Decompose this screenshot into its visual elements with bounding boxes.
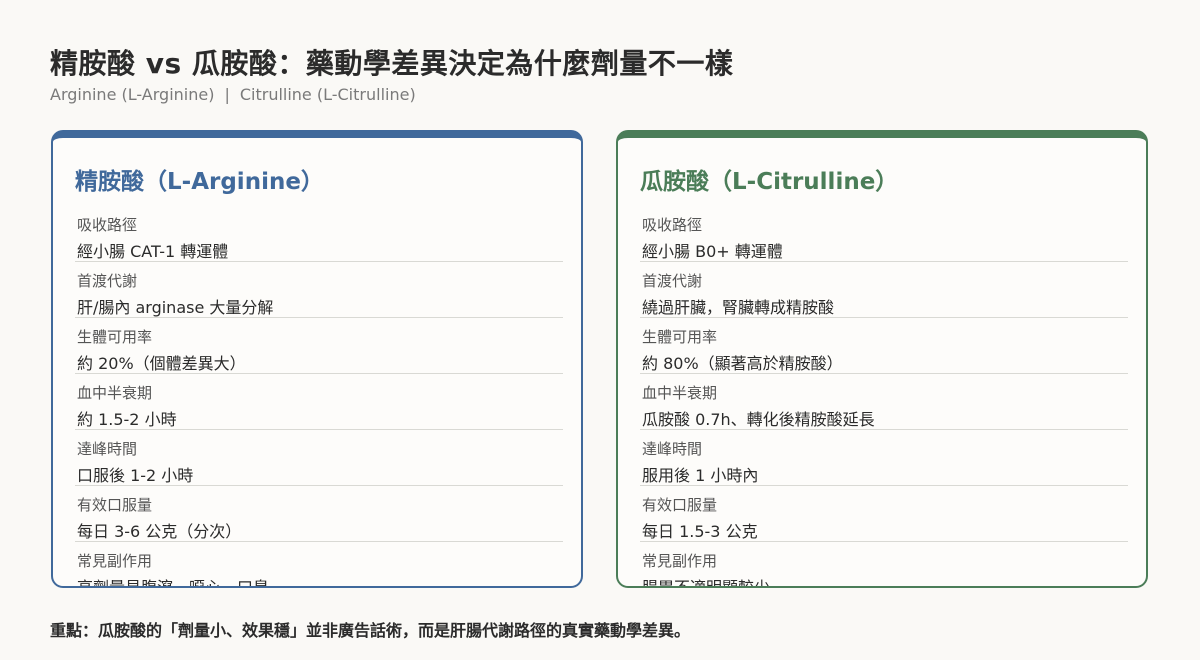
row-value: 高劑量易腹瀉、噁心、口臭 (77, 578, 270, 588)
row-value: 繞過肝臟，腎臟轉成精胺酸 (642, 298, 835, 317)
row-label: 達峰時間 (642, 440, 703, 458)
row-value: 約 80%（顯著高於精胺酸） (642, 354, 843, 373)
row-label: 生體可用率 (77, 328, 153, 346)
citrulline-row-dose: 有效口服量 每日 1.5-3 公克 (640, 486, 1128, 542)
page-title: 精胺酸 vs 瓜胺酸：藥動學差異決定為什麼劑量不一樣 (50, 47, 734, 80)
page-subtitle: Arginine (L-Arginine) | Citrulline (L-Citr… (50, 85, 416, 104)
key-point-note: 重點：瓜胺酸的「劑量小、效果穩」並非廣告話術，而是肝腸代謝路徑的真實藥動學差異。 (50, 621, 691, 640)
row-label: 生體可用率 (642, 328, 718, 346)
row-value: 服用後 1 小時內 (642, 466, 759, 485)
subtitle-separator: | (224, 85, 230, 104)
citrulline-row-half-life: 血中半衰期 瓜胺酸 0.7h、轉化後精胺酸延長 (640, 374, 1128, 430)
arginine-card-title: 精胺酸（L-Arginine） (75, 169, 324, 195)
arginine-row-first-pass: 首渡代謝 肝/腸內 arginase 大量分解 (75, 262, 563, 318)
citrulline-row-absorption: 吸收路徑 經小腸 B0+ 轉運體 (640, 206, 1128, 262)
row-label: 達峰時間 (77, 440, 138, 458)
arginine-row-peak-time: 達峰時間 口服後 1-2 小時 (75, 430, 563, 486)
row-value: 經小腸 B0+ 轉運體 (642, 242, 783, 261)
arginine-row-half-life: 血中半衰期 約 1.5-2 小時 (75, 374, 563, 430)
row-label: 有效口服量 (77, 496, 153, 514)
citrulline-card-title: 瓜胺酸（L-Citrulline） (640, 169, 899, 195)
arginine-card: 精胺酸（L-Arginine） 吸收路徑 經小腸 CAT-1 轉運體 首渡代謝 … (51, 130, 583, 588)
row-value: 瓜胺酸 0.7h、轉化後精胺酸延長 (642, 410, 875, 429)
row-value: 每日 1.5-3 公克 (642, 522, 758, 541)
row-value: 腸胃不適明顯較少 (642, 578, 771, 588)
arginine-rows: 吸收路徑 經小腸 CAT-1 轉運體 首渡代謝 肝/腸內 arginase 大量… (75, 206, 563, 588)
arginine-row-side-effects: 常見副作用 高劑量易腹瀉、噁心、口臭 (75, 542, 563, 588)
row-label: 首渡代謝 (642, 272, 703, 290)
row-value: 每日 3-6 公克（分次） (77, 522, 242, 541)
subtitle-arginine: Arginine (L-Arginine) (50, 85, 215, 104)
row-value: 約 20%（個體差異大） (77, 354, 246, 373)
row-value: 約 1.5-2 小時 (77, 410, 177, 429)
row-label: 首渡代謝 (77, 272, 138, 290)
row-label: 血中半衰期 (77, 384, 153, 402)
row-value: 口服後 1-2 小時 (77, 466, 194, 485)
citrulline-rows: 吸收路徑 經小腸 B0+ 轉運體 首渡代謝 繞過肝臟，腎臟轉成精胺酸 生體可用率… (640, 206, 1128, 588)
row-label: 常見副作用 (642, 552, 718, 570)
arginine-row-absorption: 吸收路徑 經小腸 CAT-1 轉運體 (75, 206, 563, 262)
citrulline-card: 瓜胺酸（L-Citrulline） 吸收路徑 經小腸 B0+ 轉運體 首渡代謝 … (616, 130, 1148, 588)
citrulline-row-first-pass: 首渡代謝 繞過肝臟，腎臟轉成精胺酸 (640, 262, 1128, 318)
row-label: 血中半衰期 (642, 384, 718, 402)
citrulline-row-peak-time: 達峰時間 服用後 1 小時內 (640, 430, 1128, 486)
row-label: 吸收路徑 (77, 216, 138, 234)
citrulline-row-bioavailability: 生體可用率 約 80%（顯著高於精胺酸） (640, 318, 1128, 374)
row-value: 經小腸 CAT-1 轉運體 (77, 242, 229, 261)
citrulline-row-side-effects: 常見副作用 腸胃不適明顯較少 (640, 542, 1128, 588)
row-label: 吸收路徑 (642, 216, 703, 234)
arginine-row-bioavailability: 生體可用率 約 20%（個體差異大） (75, 318, 563, 374)
row-label: 常見副作用 (77, 552, 153, 570)
row-label: 有效口服量 (642, 496, 718, 514)
subtitle-citrulline: Citrulline (L-Citrulline) (239, 85, 416, 104)
arginine-row-dose: 有效口服量 每日 3-6 公克（分次） (75, 486, 563, 542)
row-value: 肝/腸內 arginase 大量分解 (77, 298, 274, 317)
